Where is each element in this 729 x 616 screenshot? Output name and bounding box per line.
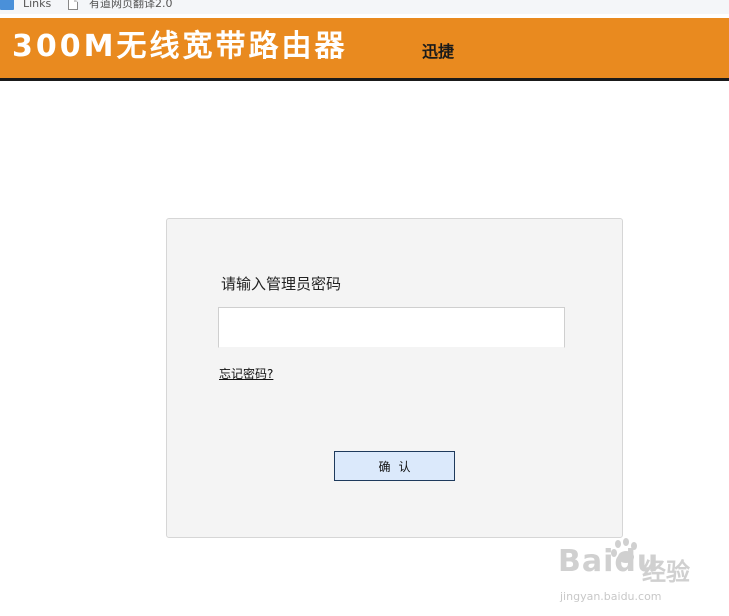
watermark-suffix: 经验 xyxy=(642,558,690,586)
password-input[interactable] xyxy=(218,307,565,348)
bookmark-youdao-translate[interactable]: 有道网页翻译2.0 xyxy=(68,0,173,10)
bookmarks-bar: Links 有道网页翻译2.0 xyxy=(0,0,729,14)
folder-icon xyxy=(0,0,14,10)
login-panel: 请输入管理员密码 忘记密码? 确认 xyxy=(166,218,623,538)
brand-name: 迅捷 xyxy=(422,42,455,61)
baidu-watermark: Baidu 经验 jingyan.baidu.com xyxy=(558,538,728,608)
forgot-password-link[interactable]: 忘记密码? xyxy=(219,367,273,381)
confirm-button[interactable]: 确认 xyxy=(334,451,455,481)
page-icon xyxy=(68,0,78,10)
bookmark-label: Links xyxy=(23,0,52,10)
bookmark-links[interactable]: Links xyxy=(0,0,51,10)
watermark-url: jingyan.baidu.com xyxy=(560,590,662,603)
header-divider xyxy=(0,78,729,81)
bookmark-label: 有道网页翻译2.0 xyxy=(89,0,173,10)
page-title: 300M无线宽带路由器 xyxy=(12,29,348,64)
password-prompt: 请输入管理员密码 xyxy=(221,275,342,293)
